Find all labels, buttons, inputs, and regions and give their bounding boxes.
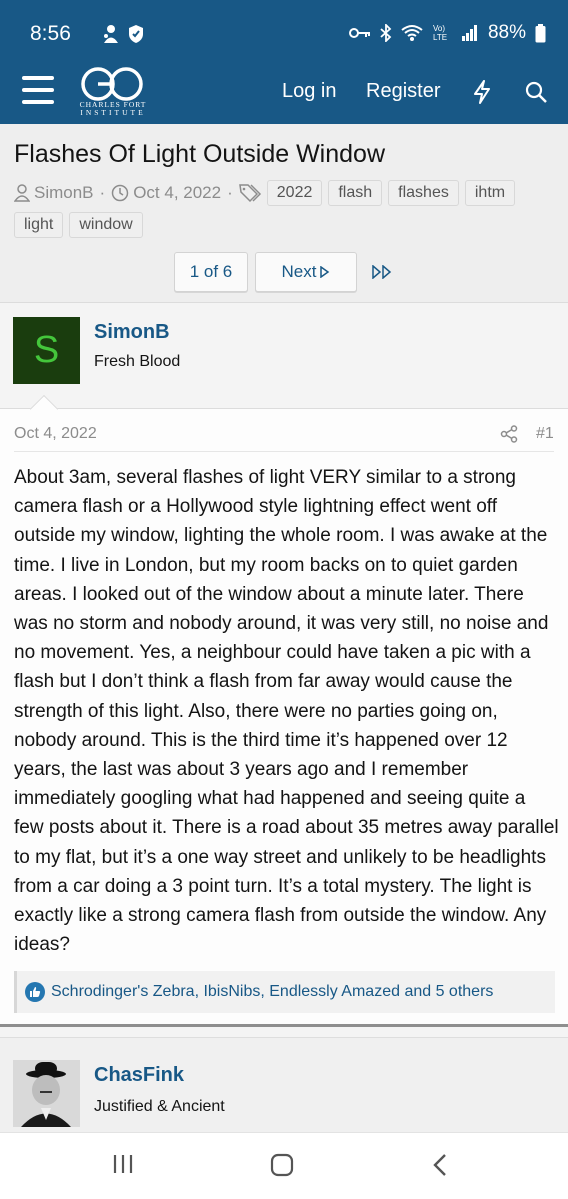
logo-caption-line2: INSTITUTE	[80, 108, 146, 117]
next-chevron-icon	[320, 266, 330, 278]
login-link[interactable]: Log in	[282, 80, 337, 103]
post: ChasFink Justified & Ancient	[0, 1027, 568, 1132]
bolt-icon[interactable]	[472, 80, 492, 104]
tags-icon	[238, 184, 261, 203]
reactions-bar[interactable]: Schrodinger's Zebra, IbisNibs, Endlessly…	[14, 971, 555, 1013]
post-user-title: Justified & Ancient	[94, 1098, 225, 1115]
svg-text:Vo): Vo)	[433, 24, 445, 33]
pagination: 1 of 6 Next	[174, 252, 393, 292]
post-date[interactable]: Oct 4, 2022	[14, 425, 97, 443]
back-icon[interactable]	[432, 1153, 448, 1177]
post-username[interactable]: SimonB	[94, 321, 170, 344]
meta-separator: ·	[99, 183, 106, 202]
wifi-icon	[401, 25, 423, 41]
post-body: About 3am, several flashes of light VERY…	[14, 467, 559, 956]
status-left-icons	[102, 24, 144, 44]
logo-caption: CHARLES FORT INSTITUTE	[78, 101, 148, 117]
svg-text:LTE: LTE	[433, 33, 447, 42]
android-nav-bar	[0, 1132, 568, 1199]
avatar[interactable]	[13, 1060, 80, 1127]
shield-icon	[129, 25, 143, 43]
post-divider-line	[14, 451, 554, 452]
battery-percent: 88%	[487, 22, 526, 43]
register-link[interactable]: Register	[366, 80, 440, 103]
post-username[interactable]: ChasFink	[94, 1064, 184, 1087]
signal-icon	[461, 25, 477, 41]
share-icon[interactable]	[500, 425, 518, 443]
menu-icon[interactable]	[22, 76, 54, 104]
site-navbar: CHARLES FORT INSTITUTE Log in Register	[0, 64, 568, 124]
meta-separator: ·	[227, 183, 233, 202]
thread-date[interactable]: Oct 4, 2022	[111, 183, 221, 203]
volte-icon: Vo)LTE	[433, 24, 447, 42]
home-icon[interactable]	[270, 1153, 294, 1177]
next-page-button[interactable]: Next	[255, 252, 357, 292]
reactions-text[interactable]: Schrodinger's Zebra, IbisNibs, Endlessly…	[51, 983, 493, 1001]
post: S SimonB Fresh Blood Oct 4, 2022 #1 Abou…	[0, 302, 568, 1024]
status-bar: 8:56 Vo) LTE 88%	[0, 0, 568, 64]
like-icon	[25, 982, 45, 1002]
recent-apps-icon[interactable]	[112, 1153, 134, 1175]
avatar[interactable]: S	[13, 317, 80, 384]
tags-group: 2022 flash flashes ihtm	[238, 180, 521, 206]
thread-author-name: SimonB	[34, 183, 94, 202]
post-userbar: S SimonB Fresh Blood	[0, 303, 568, 409]
post-userbar: ChasFink Justified & Ancient	[0, 1037, 568, 1132]
double-chevron-right-icon[interactable]	[371, 265, 393, 279]
bluetooth-icon	[380, 24, 392, 42]
post-user-title: Fresh Blood	[94, 353, 181, 370]
clock-icon	[111, 184, 129, 202]
tag[interactable]: window	[69, 212, 143, 238]
search-icon[interactable]	[524, 80, 548, 104]
post-number[interactable]: #1	[536, 425, 554, 443]
thread-meta: SimonB · Oct 4, 2022 · 2022 flash flashe…	[14, 180, 554, 238]
key-icon	[348, 28, 370, 38]
tag[interactable]: light	[14, 212, 64, 238]
thread-date-text: Oct 4, 2022	[133, 183, 222, 202]
user-icon	[14, 184, 30, 202]
next-label: Next	[281, 262, 317, 281]
page-indicator[interactable]: 1 of 6	[174, 252, 248, 292]
tag[interactable]: ihtm	[464, 180, 516, 206]
tag[interactable]: flashes	[388, 180, 459, 206]
tag[interactable]: 2022	[266, 180, 323, 206]
thread-title: Flashes Of Light Outside Window	[14, 140, 385, 168]
thread-header: Flashes Of Light Outside Window SimonB ·…	[0, 124, 568, 302]
battery-icon	[535, 23, 546, 42]
tag[interactable]: flash	[328, 180, 383, 206]
thread-author[interactable]: SimonB	[14, 183, 94, 203]
notification-icon	[104, 25, 118, 43]
status-right: Vo) LTE 88%	[348, 22, 546, 44]
status-time: 8:56	[30, 22, 71, 45]
top-header: 8:56 Vo) LTE 88% CHARLES FORT INSTITUTE L…	[0, 0, 568, 124]
